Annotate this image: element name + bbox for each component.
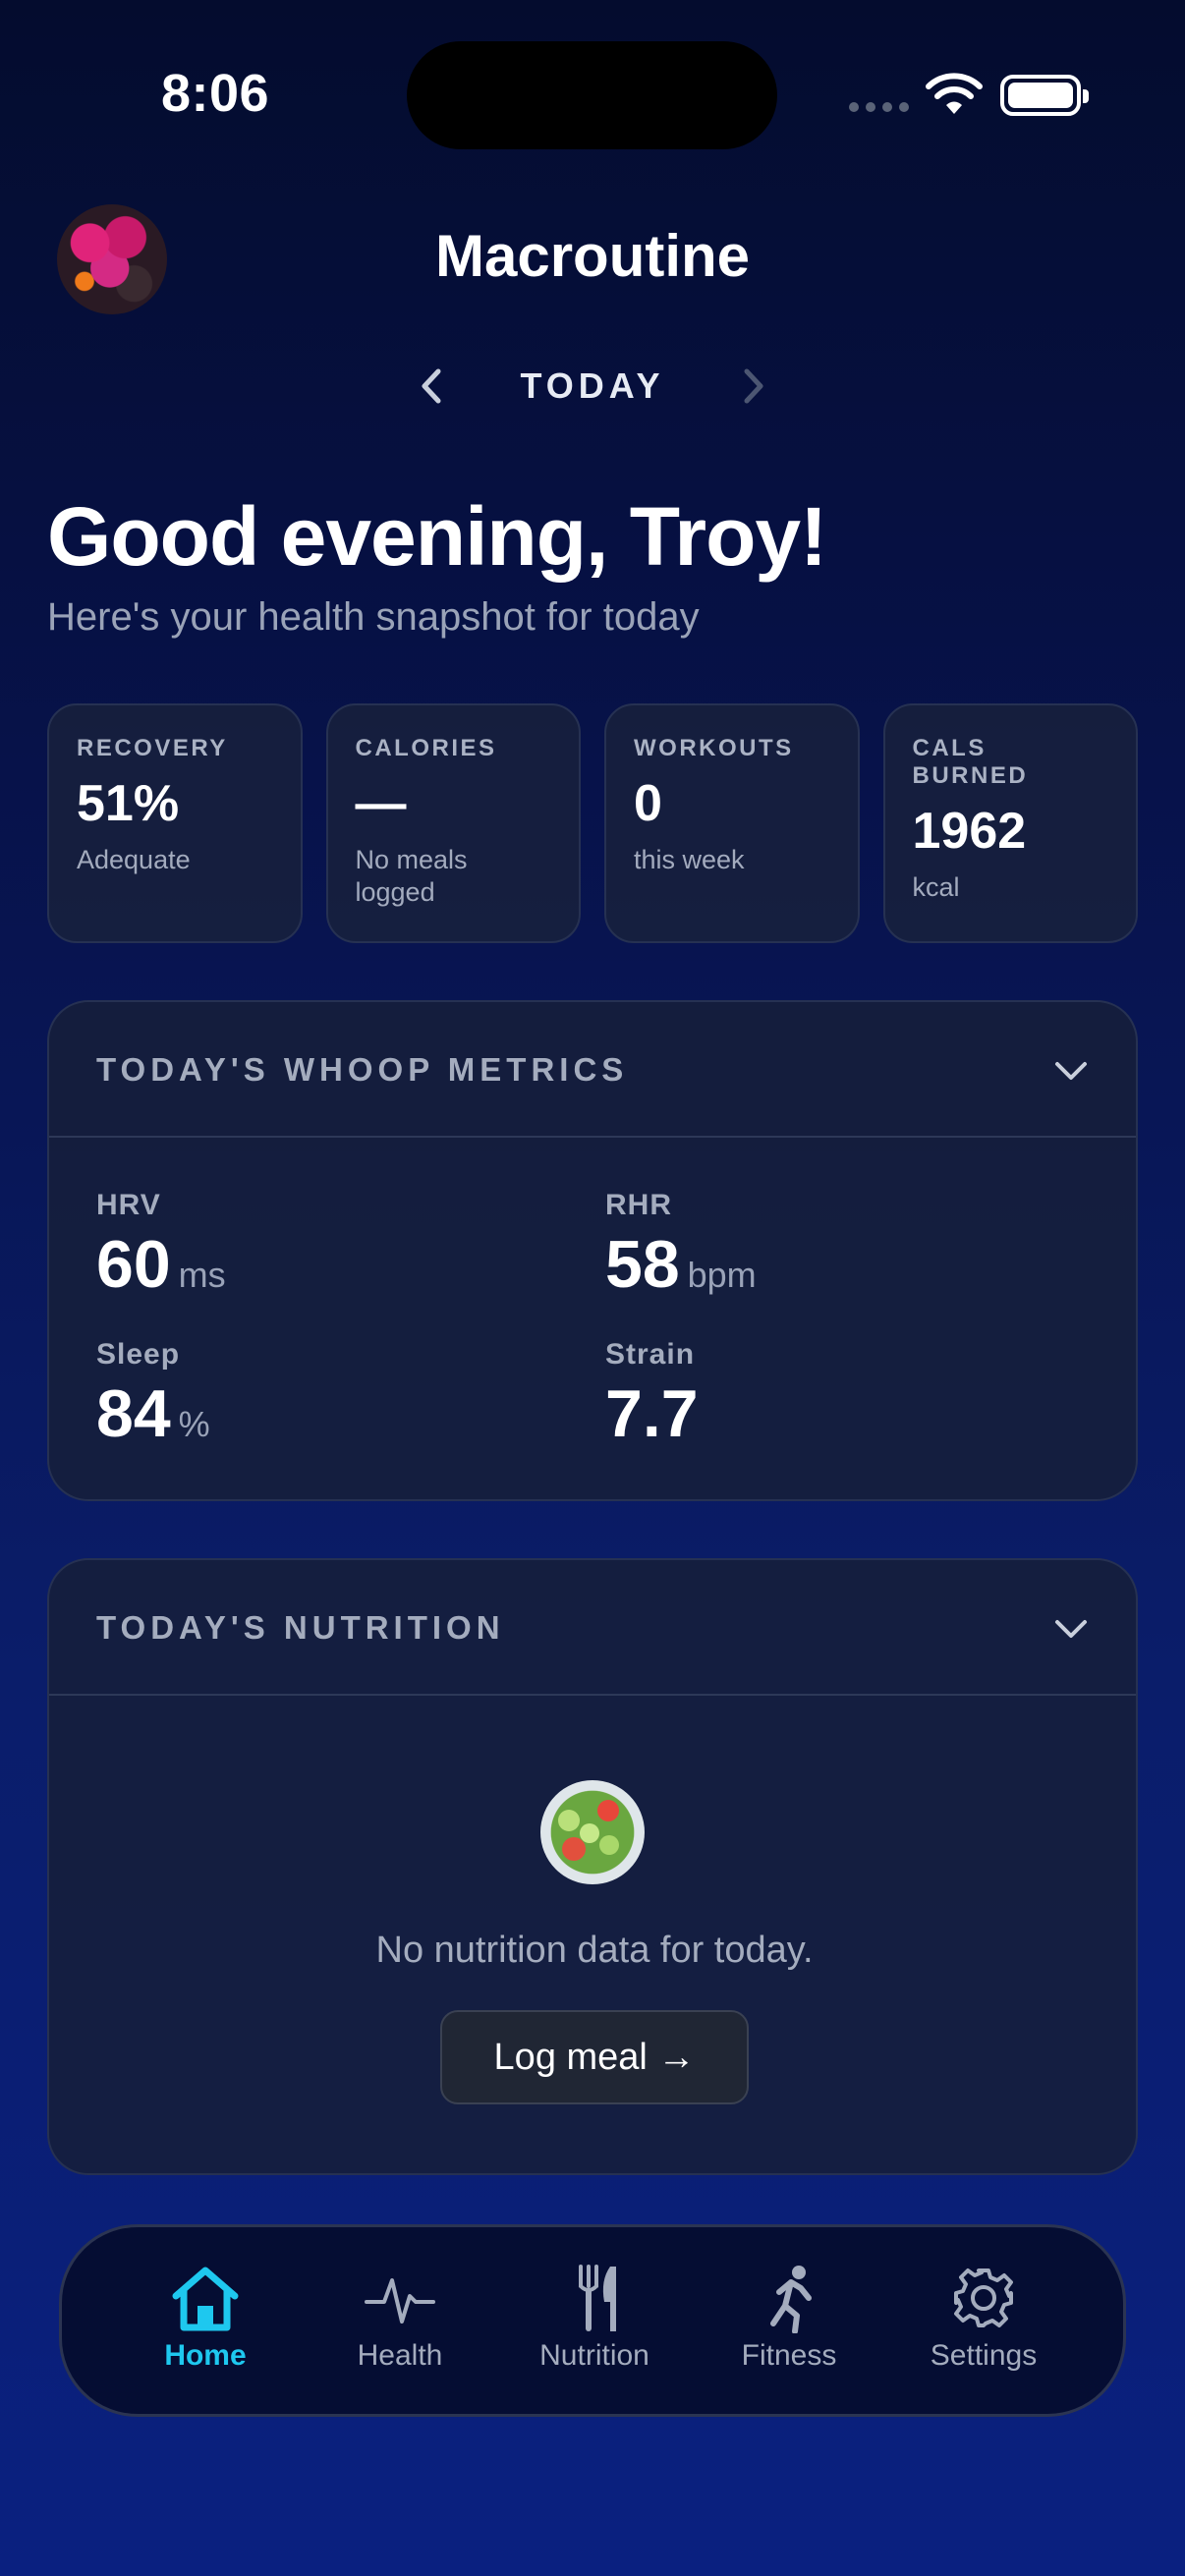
sleep-metric: Sleep 84%: [96, 1338, 568, 1452]
greeting-subtitle: Here's your health snapshot for today: [47, 595, 700, 639]
date-navigator: TODAY: [0, 362, 1185, 411]
fork-knife-icon: [579, 2265, 616, 2331]
metric-label: Strain: [605, 1338, 696, 1371]
tab-home[interactable]: Home: [122, 2263, 289, 2373]
metric-label: RHR: [605, 1189, 672, 1221]
stat-sub: Adequate: [77, 845, 191, 875]
date-label: TODAY: [520, 365, 665, 406]
tab-label: Health: [357, 2339, 443, 2372]
stat-sub: kcal: [912, 872, 960, 903]
strain-metric: Strain 7.7: [605, 1338, 1077, 1452]
log-meal-button[interactable]: Log meal →: [440, 2010, 749, 2104]
tab-label: Fitness: [741, 2339, 837, 2372]
metric-value: 60: [96, 1227, 171, 1302]
battery-icon: [1000, 75, 1089, 116]
tab-label: Home: [164, 2339, 247, 2372]
metric-unit: %: [178, 1404, 210, 1444]
stat-label: WORKOUTS: [634, 735, 794, 761]
greeting-title: Good evening, Troy!: [47, 490, 827, 583]
metric-label: Sleep: [96, 1338, 181, 1371]
nutrition-empty-text: No nutrition data for today.: [375, 1930, 814, 1971]
stat-sub: this week: [634, 845, 745, 875]
runner-icon: [770, 2266, 812, 2333]
metric-unit: ms: [178, 1255, 226, 1295]
recovery-card[interactable]: RECOVERY 51% Adequate: [47, 703, 303, 943]
tab-bar: Home Health Nutrition Fitness Settings: [59, 2224, 1126, 2417]
panel-title: TODAY'S WHOOP METRICS: [96, 1051, 629, 1088]
panel-title: TODAY'S NUTRITION: [96, 1609, 505, 1646]
stat-label: CALORIES: [355, 735, 497, 761]
gear-icon: [954, 2268, 1013, 2327]
salad-icon: [540, 1780, 645, 1884]
tab-label: Nutrition: [539, 2339, 649, 2372]
stat-value: —: [355, 775, 407, 832]
nutrition-header[interactable]: TODAY'S NUTRITION: [49, 1560, 1136, 1696]
chevron-down-icon[interactable]: [1051, 1051, 1091, 1091]
home-icon: [172, 2267, 239, 2331]
stat-label: CALS BURNED: [912, 735, 1029, 789]
workouts-card[interactable]: WORKOUTS 0 this week: [604, 703, 860, 943]
nutrition-panel: TODAY'S NUTRITION No nutrition data for …: [47, 1558, 1138, 2175]
app-title: Macroutine: [434, 223, 751, 289]
tab-settings[interactable]: Settings: [900, 2263, 1067, 2373]
status-bar: 8:06: [0, 0, 1185, 196]
chevron-down-icon[interactable]: [1051, 1609, 1091, 1649]
status-time: 8:06: [161, 64, 270, 123]
metric-label: HRV: [96, 1189, 161, 1221]
tab-health[interactable]: Health: [316, 2263, 483, 2373]
cellular-signal-icon: [849, 102, 909, 112]
tab-nutrition[interactable]: Nutrition: [511, 2263, 678, 2373]
chevron-right-icon[interactable]: [733, 364, 772, 409]
tab-fitness[interactable]: Fitness: [705, 2263, 873, 2373]
hrv-metric: HRV 60 ms: [96, 1189, 568, 1303]
whoop-metrics-header[interactable]: TODAY'S WHOOP METRICS: [49, 1002, 1136, 1138]
calories-card[interactable]: CALORIES — No meals logged: [325, 703, 581, 943]
stat-value: 1962: [912, 803, 1027, 860]
whoop-metrics-panel: TODAY'S WHOOP METRICS HRV 60 ms RHR 58 bpm…: [47, 1000, 1138, 1501]
wifi-icon: [926, 73, 983, 114]
cals-burned-card[interactable]: CALS BURNED 1962 kcal: [882, 703, 1138, 943]
metric-value: 58: [605, 1227, 680, 1302]
whoop-metrics-grid: HRV 60 ms RHR 58 bpm Sleep 84% Strain 7.7: [96, 1189, 1089, 1464]
stat-label: RECOVERY: [77, 735, 228, 761]
stat-sub: No meals logged: [355, 845, 468, 907]
heartbeat-icon: [365, 2278, 435, 2324]
metric-value: 7.7: [605, 1376, 699, 1451]
stat-value: 51%: [77, 775, 180, 832]
metric-value: 84: [96, 1376, 171, 1451]
stat-value: 0: [634, 775, 662, 832]
metric-unit: bpm: [687, 1255, 757, 1295]
stat-cards: RECOVERY 51% Adequate CALORIES — No meal…: [47, 703, 1138, 943]
dynamic-island: [407, 41, 777, 149]
tab-label: Settings: [930, 2339, 1038, 2372]
rhr-metric: RHR 58 bpm: [605, 1189, 1077, 1303]
